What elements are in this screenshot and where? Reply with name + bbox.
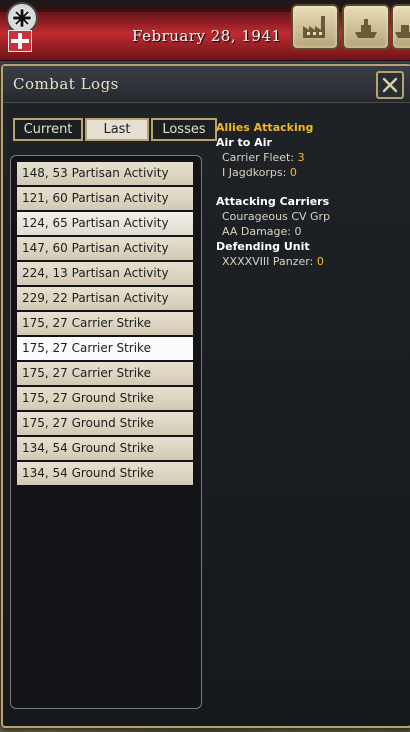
jagdkorps-row: I Jagdkorps: 0 [216,165,406,180]
log-item[interactable]: 134, 54 Ground Strike [17,437,193,460]
top-bar: February 28, 1941 [0,0,410,61]
defender-row: XXXXVIII Panzer: 0 [216,254,406,269]
aa-damage: AA Damage: 0 [222,225,302,238]
panel-title: Combat Logs [13,75,119,93]
tab-current[interactable]: Current [13,118,83,141]
nation-flag-icon[interactable] [8,30,32,52]
log-list: 148, 53 Partisan Activity 121, 60 Partis… [17,162,193,487]
factory-icon [303,16,325,38]
log-list-frame[interactable]: 148, 53 Partisan Activity 121, 60 Partis… [10,155,202,709]
warship-icon [355,19,377,38]
ship-icon [395,25,410,38]
log-item[interactable]: 121, 60 Partisan Activity [17,187,193,210]
defending-unit-heading: Defending Unit [216,240,310,253]
tab-last[interactable]: Last [85,118,149,141]
fleet-button[interactable] [391,4,410,50]
game-date: February 28, 1941 [132,27,282,45]
log-item-selected[interactable]: 175, 27 Carrier Strike [17,337,193,360]
panel-header: Combat Logs [3,66,410,103]
log-item[interactable]: 175, 27 Ground Strike [17,387,193,410]
log-tabs: Current Last Losses [13,118,217,141]
log-item[interactable]: 124, 65 Partisan Activity [17,212,193,235]
attacker-heading: Allies Attacking [216,121,314,134]
log-item[interactable]: 175, 27 Carrier Strike [17,312,193,335]
log-item[interactable]: 229, 22 Partisan Activity [17,287,193,310]
log-item[interactable]: 148, 53 Partisan Activity [17,162,193,185]
naval-button[interactable] [342,4,390,50]
log-item[interactable]: 175, 27 Carrier Strike [17,362,193,385]
carrier-fleet-label: Carrier Fleet: [222,151,295,164]
close-x-icon [382,77,398,93]
defender-value: 0 [316,255,324,268]
jagdkorps-label: I Jagdkorps: [222,166,287,179]
log-item[interactable]: 224, 13 Partisan Activity [17,262,193,285]
tab-losses[interactable]: Losses [151,118,217,141]
carrier-group: Courageous CV Grp [222,210,331,223]
combat-logs-panel: Combat Logs Current Last Losses 148, 53 … [1,64,410,728]
close-button[interactable] [376,71,404,99]
log-item[interactable]: 134, 54 Ground Strike [17,462,193,485]
jagdkorps-value: 0 [289,166,297,179]
phase-heading: Air to Air [216,136,272,149]
production-button[interactable] [291,4,339,50]
log-item[interactable]: 175, 27 Ground Strike [17,412,193,435]
attacking-carriers-heading: Attacking Carriers [216,195,330,208]
carrier-fleet-row: Carrier Fleet: 3 [216,150,406,165]
combat-details: Allies Attacking Air to Air Carrier Flee… [216,120,406,269]
log-item[interactable]: 147, 60 Partisan Activity [17,237,193,260]
carrier-fleet-value: 3 [297,151,305,164]
defender-label: XXXXVIII Panzer: [222,255,314,268]
